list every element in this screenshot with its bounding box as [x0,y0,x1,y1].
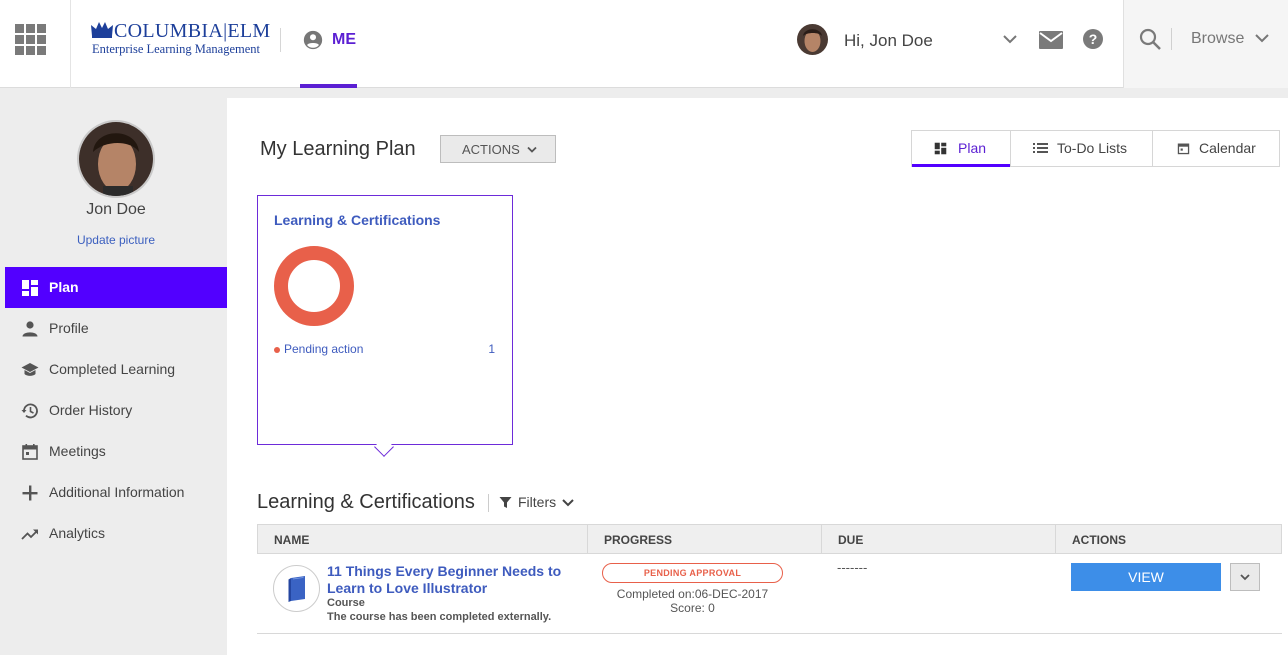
legend-count: 1 [488,342,495,356]
columbia-elm-logo[interactable]: COLUMBIA|ELM Enterprise Learning Managem… [90,19,270,59]
course-type: Course [327,597,365,609]
me-tab[interactable]: ME [300,0,357,88]
learning-summary-card[interactable]: Learning & Certifications Pending action… [257,195,513,457]
sidebar-item-completed-learning[interactable]: Completed Learning [5,349,227,390]
card-title: Learning & Certifications [274,212,441,228]
status-badge: PENDING APPROVAL [602,563,783,583]
column-header-due[interactable]: DUE [822,525,1056,553]
sidebar-item-profile[interactable]: Profile [5,308,227,349]
sidebar-item-label: Completed Learning [49,361,176,377]
filters-label: Filters [518,494,557,510]
sidebar-item-label: Analytics [49,525,106,541]
search-icon[interactable] [1138,27,1162,51]
user-name: Jon Doe [86,201,146,218]
logo-name: COLUMBIA|ELM [114,20,271,42]
chevron-down-icon [562,499,574,507]
column-header-actions: ACTIONS [1072,533,1126,547]
score: Score: 0 [670,601,715,615]
top-header: COLUMBIA|ELM Enterprise Learning Managem… [0,0,1288,88]
sidebar-item-label: Additional Information [49,484,185,500]
legend-dot [274,347,280,353]
me-tab-label: ME [332,31,356,48]
account-circle-icon [303,30,323,50]
svg-text:?: ? [1089,31,1098,47]
column-header-progress[interactable]: PROGRESS [588,525,822,553]
section-divider [488,494,489,512]
chevron-down-icon [527,146,537,153]
sidebar-item-label: Order History [49,402,133,418]
sidebar-item-label: Meetings [49,443,106,459]
history-icon [21,403,38,419]
logo-subtitle: Enterprise Learning Management [92,42,260,56]
tab-calendar[interactable]: Calendar [1153,131,1279,166]
actions-label: ACTIONS [462,142,520,157]
table-header: NAME PROGRESS DUE ACTIONS [257,524,1282,554]
due-date: ------- [837,560,868,575]
dashboard-icon [934,142,947,155]
course-title-link[interactable]: 11 Things Every Beginner Needs to Learn … [327,563,567,597]
list-icon [1033,143,1048,153]
column-header-name[interactable]: NAME [258,525,588,553]
me-tab-indicator [300,84,357,88]
calendar-icon [22,444,38,460]
filter-icon [499,497,512,508]
completed-date: Completed on:06-DEC-2017 [616,587,769,601]
book-icon [288,576,305,602]
course-thumbnail [273,565,320,612]
tab-label: Calendar [1199,140,1256,156]
user-photo-icon [797,24,828,55]
sidebar: Jon Doe Update picture Plan Profile Comp… [0,98,227,655]
sidebar-item-order-history[interactable]: Order History [5,390,227,431]
calendar-icon [1177,143,1190,155]
chevron-down-icon[interactable] [1001,32,1019,46]
tab-label: Plan [958,140,987,156]
table-row: 11 Things Every Beginner Needs to Learn … [257,554,1282,634]
view-tabs: Plan To-Do Lists Calendar [911,130,1280,167]
plus-icon [22,485,38,501]
legend-label[interactable]: Pending action [284,342,363,356]
browse-menu[interactable]: Browse [1191,30,1244,48]
view-button[interactable]: VIEW [1071,563,1221,591]
dashboard-icon [22,280,38,296]
section-title: Learning & Certifications [257,491,475,513]
sidebar-nav: Plan Profile Completed Learning Order Hi… [5,267,227,554]
person-icon [22,321,38,337]
sidebar-item-plan[interactable]: Plan [5,267,227,308]
sidebar-item-additional-information[interactable]: Additional Information [5,472,227,513]
user-greeting[interactable]: Hi, Jon Doe [844,31,933,51]
card-pointer [374,437,394,457]
crown-icon [91,22,113,38]
profile-avatar [77,120,155,198]
grid-icon [15,24,46,55]
trending-up-icon [21,529,38,540]
more-actions-button[interactable] [1230,563,1260,591]
course-note: The course has been completed externally… [327,611,552,623]
chevron-down-icon [1240,574,1250,581]
chevron-down-icon[interactable] [1254,31,1270,45]
header-divider [280,28,281,52]
donut-chart [274,246,354,326]
user-photo-icon [79,122,153,196]
sidebar-item-label: Plan [49,279,79,295]
app-launcher-button[interactable] [0,0,71,88]
tab-label: To-Do Lists [1057,140,1128,156]
tab-plan[interactable]: Plan [912,131,1011,167]
sidebar-item-meetings[interactable]: Meetings [5,431,227,472]
tab-to-do-lists[interactable]: To-Do Lists [1011,131,1153,166]
actions-dropdown-button[interactable]: ACTIONS [440,135,556,163]
help-icon[interactable]: ? [1082,28,1104,50]
page-title: My Learning Plan [260,138,416,160]
graduation-cap-icon [21,363,39,376]
search-divider [1171,28,1172,50]
mail-icon[interactable] [1038,29,1064,51]
sidebar-item-analytics[interactable]: Analytics [5,513,227,554]
main-content: My Learning Plan ACTIONS Plan To-Do List… [227,98,1288,655]
update-picture-link[interactable]: Update picture [0,233,232,247]
sidebar-item-label: Profile [49,320,89,336]
avatar[interactable] [797,24,828,55]
search-area: Browse [1123,0,1288,88]
